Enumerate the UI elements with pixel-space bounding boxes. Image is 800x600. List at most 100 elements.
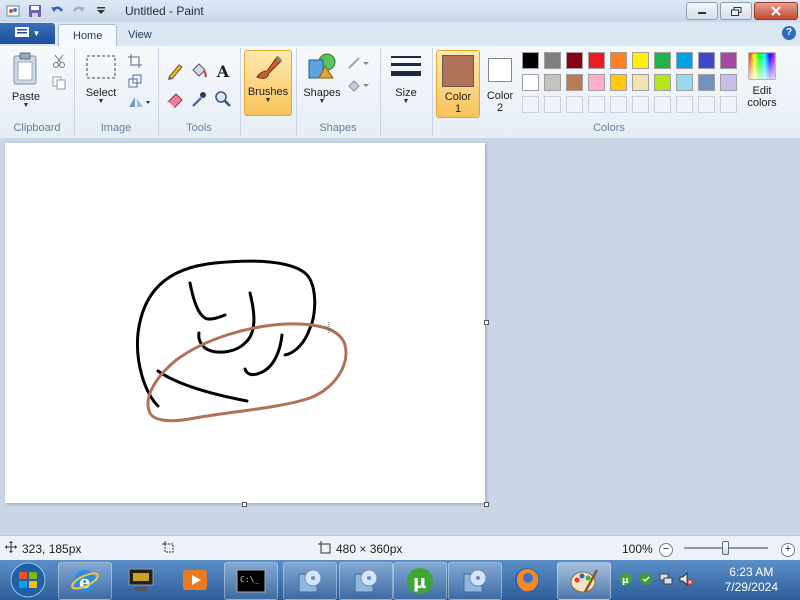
- save-icon[interactable]: [26, 2, 44, 20]
- clipboard-group-label: Clipboard: [13, 122, 61, 134]
- drawing-canvas[interactable]: [5, 143, 485, 503]
- palette-custom-swatch[interactable]: [698, 96, 715, 113]
- crop-icon[interactable]: [126, 52, 144, 70]
- taskbar-clock[interactable]: 6:23 AM 7/29/2024: [725, 565, 778, 595]
- canvas-size-icon: [318, 540, 331, 557]
- palette-custom-swatch[interactable]: [610, 96, 627, 113]
- tray-volume-muted-icon[interactable]: [678, 570, 694, 588]
- color2-label-b: 2: [496, 102, 504, 114]
- resize-icon[interactable]: [126, 72, 144, 90]
- zoom-in-button[interactable]: +: [781, 543, 795, 557]
- color2-swatch: [488, 58, 512, 82]
- canvas-resize-handle-right[interactable]: [484, 320, 489, 325]
- black-stroke-bottom: [156, 369, 249, 403]
- palette-custom-swatch[interactable]: [720, 96, 737, 113]
- edit-colors-button[interactable]: Edit colors: [740, 52, 784, 109]
- color2-label-a: Color: [486, 90, 514, 102]
- palette-swatch[interactable]: [610, 74, 627, 91]
- tray-utorrent-icon[interactable]: µ: [618, 570, 634, 588]
- redo-icon[interactable]: [70, 2, 88, 20]
- rotate-button[interactable]: [126, 94, 152, 112]
- palette-swatch[interactable]: [720, 74, 737, 91]
- palette-swatch[interactable]: [654, 52, 671, 69]
- clipboard-group: Paste ▼ Clipboard: [0, 48, 75, 136]
- cursor-position-text: 323, 185px: [22, 541, 82, 556]
- palette-swatch[interactable]: [522, 74, 539, 91]
- taskbar-media-player[interactable]: [170, 562, 220, 598]
- file-menu-button[interactable]: ▼: [0, 23, 55, 44]
- palette-swatch[interactable]: [588, 74, 605, 91]
- canvas-resize-handle-bottom[interactable]: [242, 502, 247, 507]
- tray-security-icon[interactable]: [638, 570, 654, 588]
- outline-icon[interactable]: [346, 54, 372, 72]
- palette-swatch[interactable]: [632, 52, 649, 69]
- text-icon[interactable]: A: [212, 60, 234, 82]
- taskbar-app-computer[interactable]: [116, 562, 166, 598]
- color2-button[interactable]: Color 2: [480, 50, 520, 116]
- color-picker-icon[interactable]: [188, 88, 210, 110]
- shapes-button[interactable]: Shapes ▼: [300, 52, 344, 105]
- palette-swatch[interactable]: [610, 52, 627, 69]
- palette-swatch[interactable]: [566, 52, 583, 69]
- palette-custom-swatch[interactable]: [632, 96, 649, 113]
- taskbar-cmd[interactable]: C:\_: [224, 562, 278, 600]
- close-button[interactable]: [754, 2, 798, 20]
- select-button[interactable]: Select ▼: [80, 52, 122, 105]
- palette-swatch[interactable]: [698, 74, 715, 91]
- palette-swatch[interactable]: [654, 74, 671, 91]
- zoom-slider-thumb[interactable]: [722, 541, 729, 555]
- restore-button[interactable]: [720, 2, 752, 20]
- palette-custom-swatch[interactable]: [522, 96, 539, 113]
- taskbar-installer-2[interactable]: [339, 562, 393, 600]
- minimize-button[interactable]: [686, 2, 718, 20]
- palette-swatch[interactable]: [632, 74, 649, 91]
- canvas-resize-handle-corner[interactable]: [484, 502, 489, 507]
- customize-qat-icon[interactable]: [92, 2, 110, 20]
- size-button[interactable]: Size ▼: [384, 52, 428, 105]
- help-icon[interactable]: ?: [782, 26, 796, 40]
- pencil-icon[interactable]: [164, 60, 186, 82]
- palette-custom-swatch[interactable]: [676, 96, 693, 113]
- installer-icon-3: [463, 569, 487, 593]
- tray-network-icon[interactable]: [658, 570, 674, 588]
- cursor-position: 323, 185px: [5, 541, 81, 556]
- taskbar-installer-3[interactable]: [448, 562, 502, 600]
- taskbar-firefox[interactable]: [502, 562, 552, 598]
- magnifier-icon[interactable]: [212, 88, 234, 110]
- palette-swatch[interactable]: [522, 52, 539, 69]
- start-button[interactable]: [2, 562, 54, 598]
- brushes-group: Brushes ▼: [240, 48, 297, 136]
- paste-button[interactable]: Paste ▼: [6, 52, 46, 109]
- color1-button[interactable]: Color 1: [436, 50, 480, 118]
- palette-swatch[interactable]: [698, 52, 715, 69]
- palette-custom-swatch[interactable]: [654, 96, 671, 113]
- paint-app-icon[interactable]: [4, 2, 22, 20]
- paint-taskbar-icon: [570, 569, 599, 593]
- tab-view[interactable]: View: [114, 24, 166, 46]
- palette-swatch[interactable]: [588, 52, 605, 69]
- taskbar-ie[interactable]: e: [58, 562, 112, 600]
- tab-home[interactable]: Home: [58, 24, 118, 47]
- canvas-size-text: 480 × 360px: [336, 541, 403, 556]
- palette-swatch[interactable]: [676, 52, 693, 69]
- palette-custom-swatch[interactable]: [588, 96, 605, 113]
- brushes-button[interactable]: Brushes ▼: [244, 50, 292, 116]
- palette-swatch[interactable]: [544, 52, 561, 69]
- cut-icon[interactable]: [50, 52, 68, 70]
- eraser-icon[interactable]: [164, 88, 186, 110]
- palette-custom-swatch[interactable]: [544, 96, 561, 113]
- svg-text:C:\_: C:\_: [240, 575, 259, 584]
- palette-swatch[interactable]: [720, 52, 737, 69]
- taskbar-paint[interactable]: [557, 562, 611, 600]
- palette-custom-swatch[interactable]: [566, 96, 583, 113]
- fill-icon[interactable]: [188, 60, 210, 82]
- fill-shape-icon[interactable]: [346, 76, 372, 94]
- copy-icon[interactable]: [50, 74, 68, 92]
- palette-swatch[interactable]: [566, 74, 583, 91]
- zoom-out-button[interactable]: −: [659, 543, 673, 557]
- undo-icon[interactable]: [48, 2, 66, 20]
- palette-swatch[interactable]: [676, 74, 693, 91]
- taskbar-installer-1[interactable]: [283, 562, 337, 600]
- taskbar-utorrent[interactable]: µ: [393, 562, 447, 600]
- palette-swatch[interactable]: [544, 74, 561, 91]
